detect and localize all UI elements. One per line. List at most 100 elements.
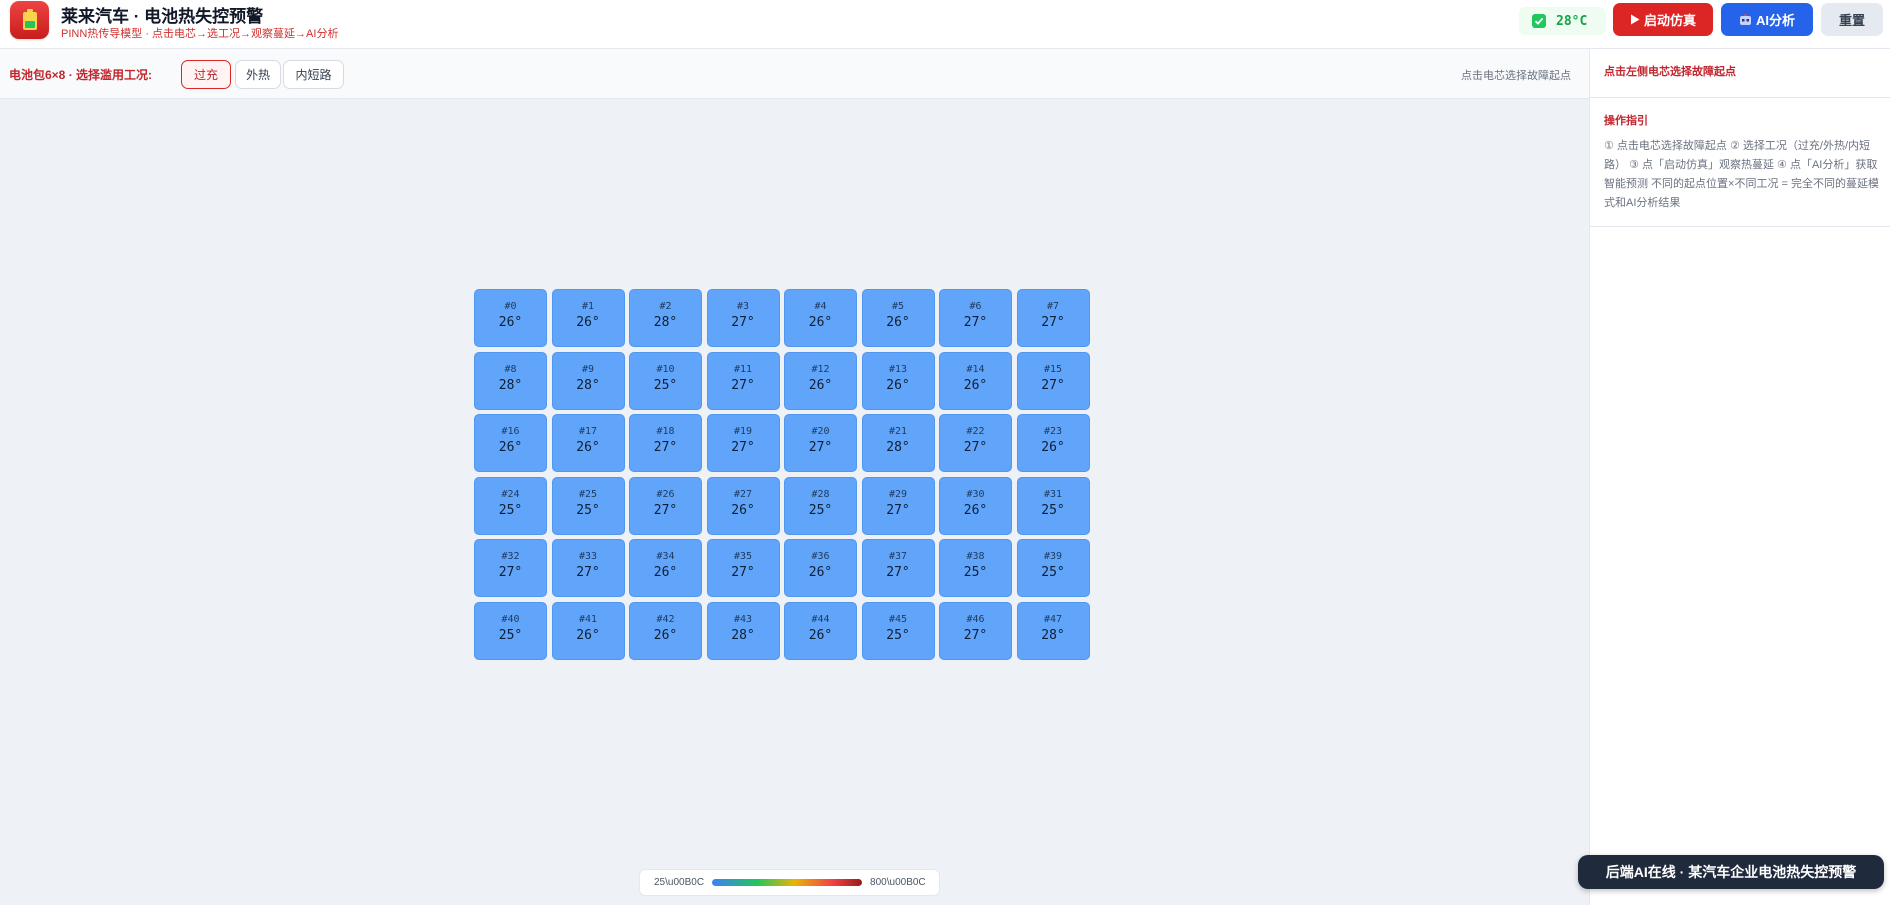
cell-temperature: 28° [1041, 627, 1065, 643]
battery-cell[interactable]: #21 28° [861, 414, 935, 472]
cell-temperature: 26° [1041, 440, 1065, 455]
battery-cell[interactable]: #45 25° [861, 601, 935, 660]
cell-temperature: 26° [576, 627, 600, 643]
legend-min-label: 25\u00B0C [654, 877, 705, 888]
battery-cell[interactable]: #40 25° [474, 601, 547, 660]
battery-cell[interactable]: #33 27° [551, 539, 625, 597]
cell-temperature: 25° [1041, 502, 1065, 518]
cell-id: #7 [1046, 301, 1060, 312]
ai-analysis-button[interactable]: AI分析 [1721, 3, 1813, 36]
battery-cell[interactable]: #19 27° [706, 414, 780, 472]
battery-cell[interactable]: #47 28° [1016, 601, 1090, 660]
battery-cell[interactable]: #13 26° [861, 351, 935, 410]
cell-temperature: 25° [498, 502, 523, 518]
battery-cell[interactable]: #43 28° [706, 601, 780, 660]
battery-cell[interactable]: #30 26° [939, 476, 1012, 535]
cell-id: #25 [578, 488, 598, 500]
battery-cell[interactable]: #27 26° [706, 476, 780, 535]
battery-cell[interactable]: #16 26° [474, 414, 547, 472]
battery-cell[interactable]: #2 28° [629, 289, 702, 347]
cell-temperature: 27° [498, 565, 523, 580]
cell-temperature: 27° [731, 315, 755, 330]
cell-temperature: 27° [808, 440, 833, 455]
cell-id: #47 [1043, 613, 1063, 625]
status-toast: 后端AI在线 · 某汽车企业电池热失控预警 [1578, 855, 1884, 889]
battery-cell[interactable]: #34 26° [629, 539, 702, 597]
cell-id: #8 [504, 363, 517, 375]
cell-id: #31 [1043, 488, 1063, 500]
battery-cell[interactable]: #24 25° [474, 476, 547, 535]
cell-id: #37 [888, 551, 908, 562]
battery-cell[interactable]: #36 26° [784, 539, 857, 597]
battery-cell[interactable]: #46 27° [939, 601, 1012, 660]
cell-temperature: 25° [886, 627, 910, 643]
cell-id: #1 [581, 301, 595, 312]
battery-cell[interactable]: #42 26° [629, 601, 702, 660]
cell-id: #24 [501, 488, 520, 500]
battery-grid: #0 26° #1 26° #2 28° #3 27° #4 26° #5 26° #6 27° #7 27°… [0, 99, 1589, 905]
battery-cell[interactable]: #10 25° [629, 351, 702, 410]
cell-id: #19 [733, 426, 753, 437]
battery-cell[interactable]: #41 26° [551, 601, 625, 660]
battery-cell[interactable]: #20 27° [784, 414, 857, 472]
battery-cell[interactable]: #0 26° [474, 289, 547, 347]
reset-button[interactable]: 重置 [1821, 3, 1883, 36]
ai-analysis-label: AI分析 [1755, 13, 1795, 28]
battery-cell[interactable]: #8 28° [474, 351, 547, 410]
cell-temperature: 27° [886, 565, 910, 580]
cell-temperature: 27° [1041, 315, 1065, 330]
battery-cell[interactable]: #23 26° [1016, 414, 1090, 472]
battery-cell[interactable]: #4 26° [784, 289, 857, 347]
battery-cell[interactable]: #44 26° [784, 601, 857, 660]
battery-cell[interactable]: #26 27° [629, 476, 702, 535]
cell-temperature: 26° [808, 565, 833, 580]
cell-id: #21 [888, 426, 908, 437]
battery-cell[interactable]: #31 25° [1016, 476, 1090, 535]
cell-temperature: 26° [808, 627, 833, 643]
mode-internal-short-button[interactable]: 内短路 [283, 60, 344, 89]
battery-cell[interactable]: #11 27° [706, 351, 780, 410]
battery-cell[interactable]: #1 26° [551, 289, 625, 347]
cell-temperature: 25° [653, 377, 678, 393]
guide-text: ① 点击电芯选择故障起点 ② 选择工况（过充/外热/内短路） ③ 点「启动仿真」… [1604, 140, 1880, 209]
battery-cell[interactable]: #32 27° [474, 539, 547, 597]
battery-cell[interactable]: #38 25° [939, 539, 1012, 597]
cell-id: #17 [578, 426, 598, 437]
cell-id: #46 [966, 613, 985, 625]
battery-cell[interactable]: #18 27° [629, 414, 702, 472]
cell-id: #11 [733, 363, 753, 375]
guide-title: 操作指引 [1604, 115, 1648, 127]
mode-overcharge-button[interactable]: 过充 [181, 60, 231, 89]
cell-temperature: 27° [731, 377, 755, 393]
battery-cell[interactable]: #28 25° [784, 476, 857, 535]
start-simulation-button[interactable]: 启动仿真 [1613, 3, 1713, 36]
battery-cell[interactable]: #25 25° [551, 476, 625, 535]
battery-cell[interactable]: #9 28° [551, 351, 625, 410]
battery-cell[interactable]: #14 26° [939, 351, 1012, 410]
cell-temperature: 28° [731, 627, 755, 643]
cell-id: #40 [501, 613, 520, 625]
battery-cell[interactable]: #39 25° [1016, 539, 1090, 597]
battery-cell[interactable]: #29 27° [861, 476, 935, 535]
cell-temperature: 26° [576, 440, 600, 455]
battery-cell[interactable]: #22 27° [939, 414, 1012, 472]
battery-cell[interactable]: #5 26° [861, 289, 935, 347]
mode-external-heat-button[interactable]: 外热 [235, 60, 281, 89]
toolbar-hint: 点击电芯选择故障起点 [1461, 70, 1571, 82]
battery-cell[interactable]: #37 27° [861, 539, 935, 597]
cell-id: #44 [811, 613, 830, 625]
cell-temperature: 26° [886, 377, 910, 393]
battery-cell[interactable]: #35 27° [706, 539, 780, 597]
cell-temperature: 27° [576, 565, 600, 580]
cell-id: #5 [891, 301, 905, 312]
battery-cell[interactable]: #17 26° [551, 414, 625, 472]
cell-temperature: 26° [653, 565, 678, 580]
cell-temperature: 26° [731, 502, 755, 518]
temperature-legend: 25\u00B0C 800\u00B0C [639, 869, 940, 896]
battery-cell[interactable]: #6 27° [939, 289, 1012, 347]
battery-cell[interactable]: #7 27° [1016, 289, 1090, 347]
battery-cell[interactable]: #3 27° [706, 289, 780, 347]
cell-temperature: 25° [808, 502, 833, 518]
battery-cell[interactable]: #15 27° [1016, 351, 1090, 410]
battery-cell[interactable]: #12 26° [784, 351, 857, 410]
